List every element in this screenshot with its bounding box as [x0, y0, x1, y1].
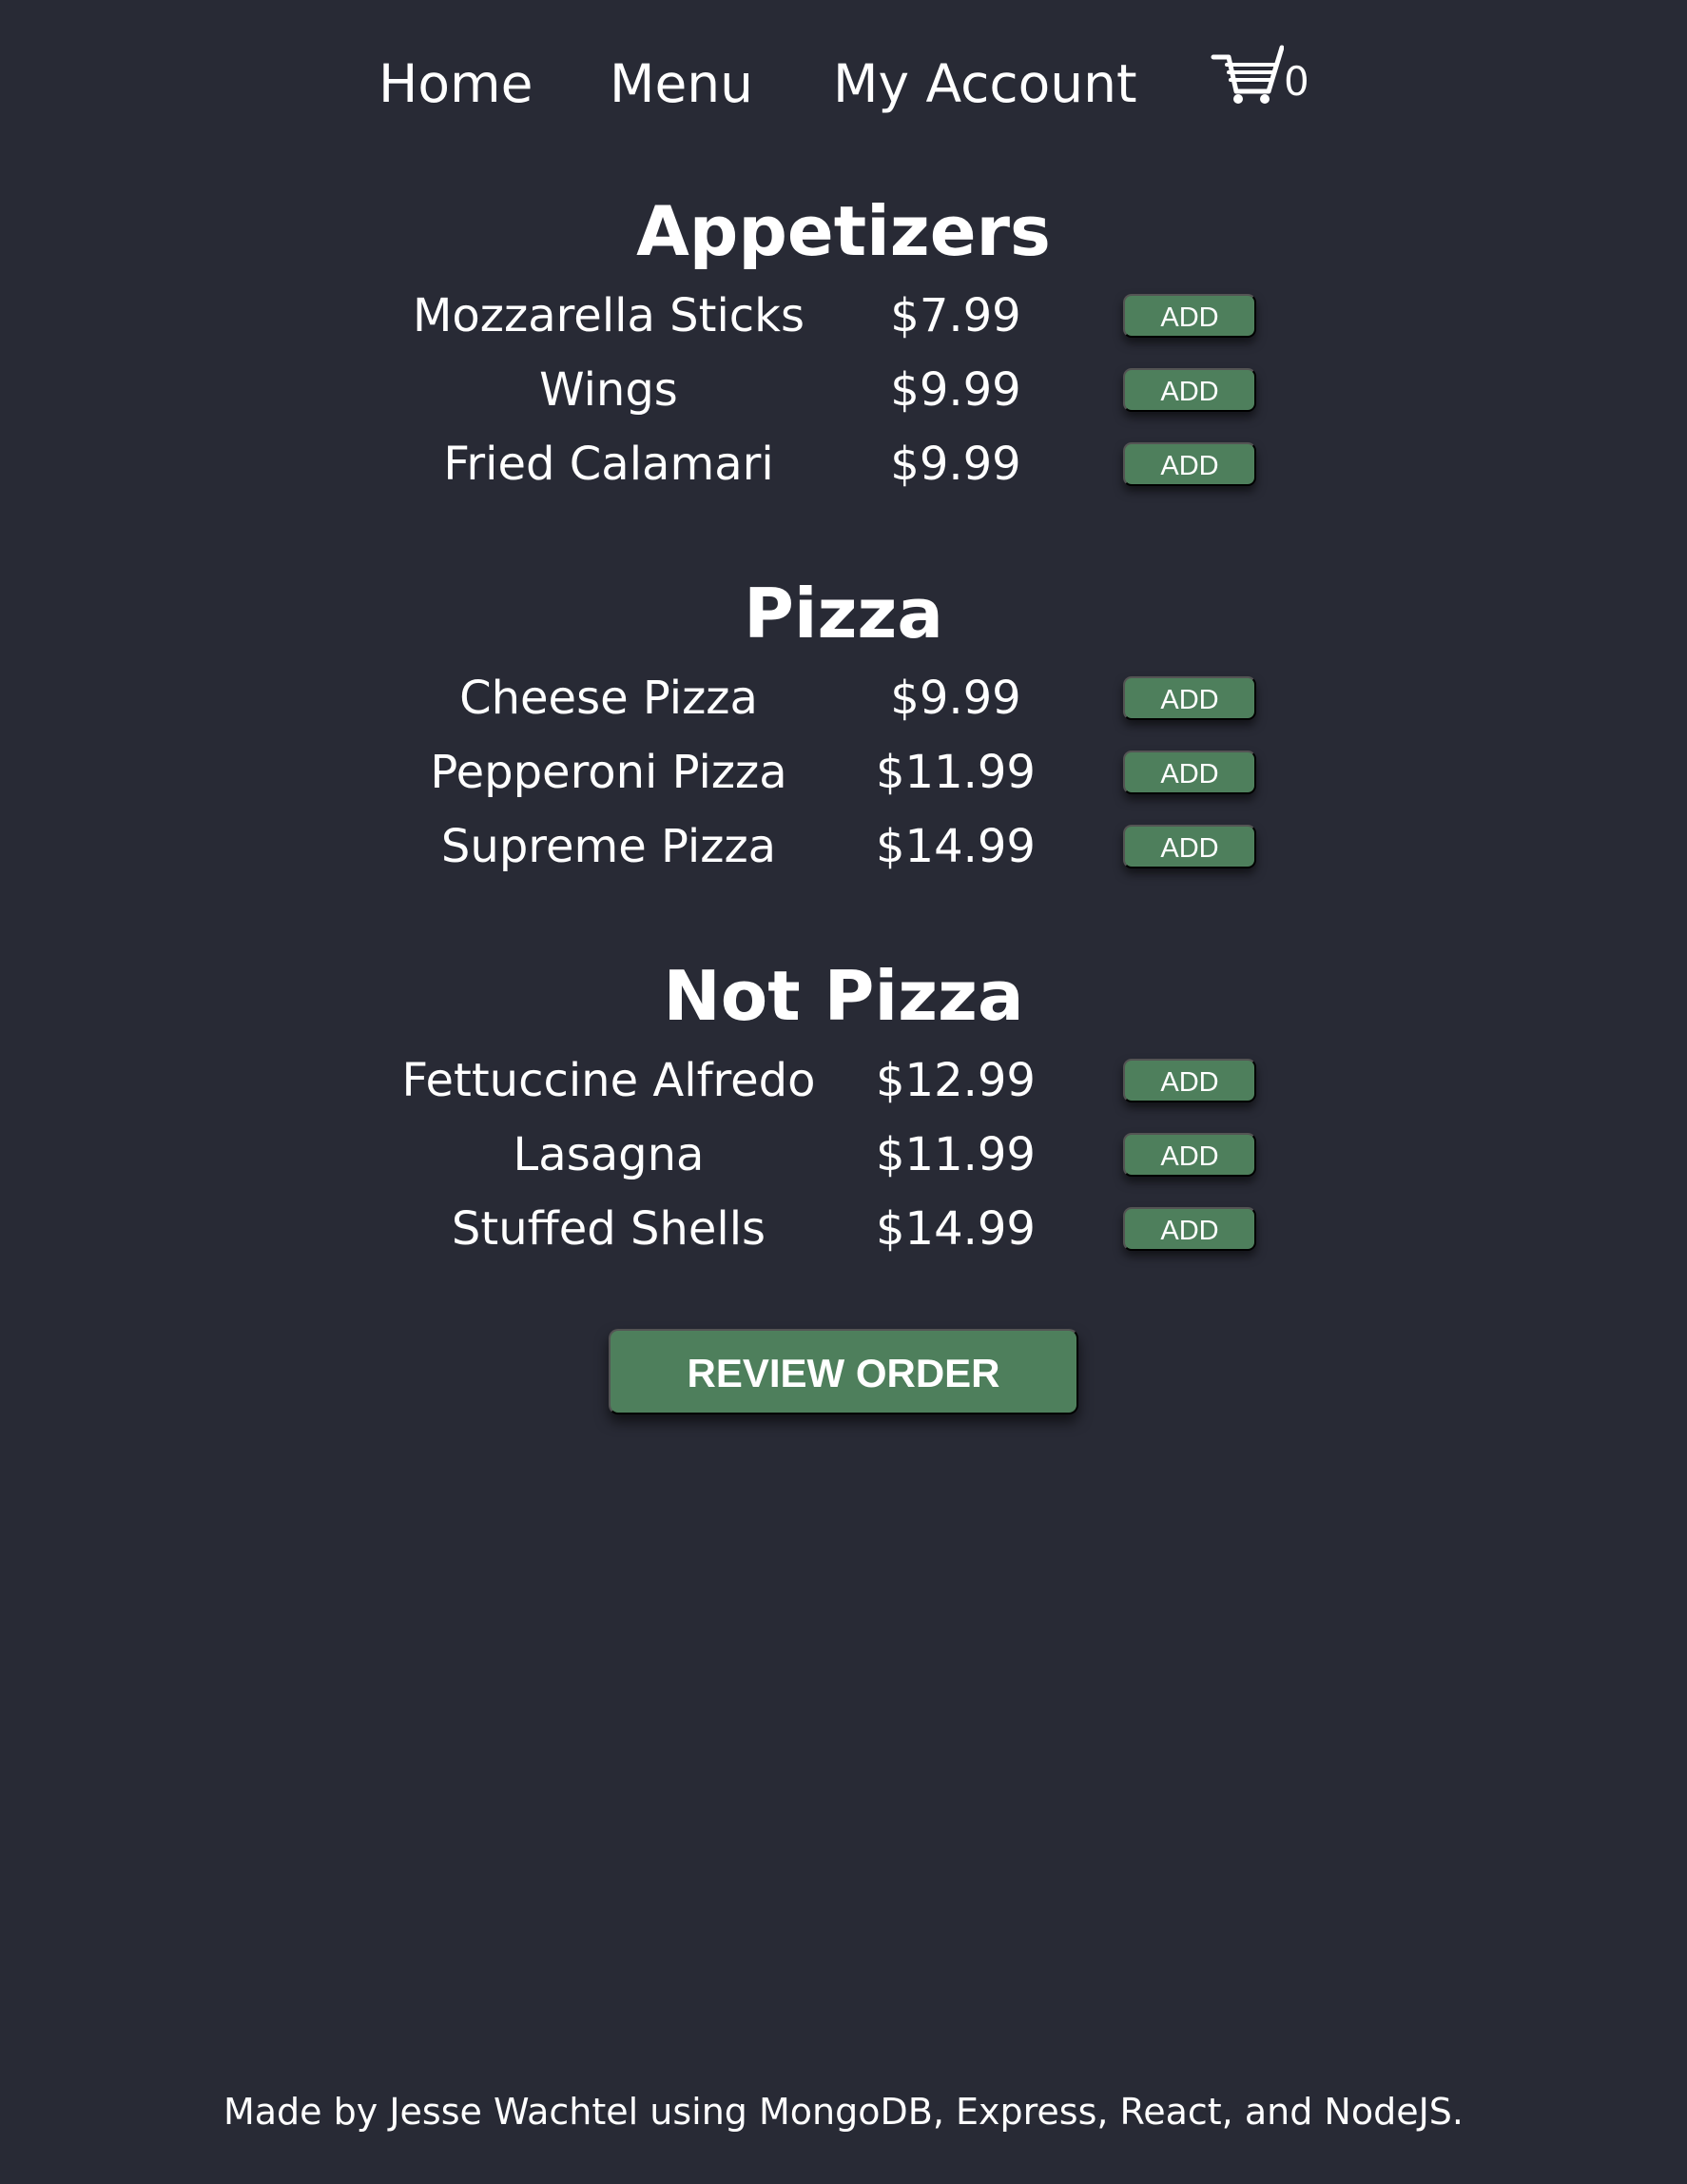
item-price: $9.99	[890, 438, 1021, 491]
add-button[interactable]: ADD	[1123, 751, 1256, 794]
item-price: $9.99	[890, 363, 1021, 417]
footer-credit: Made by Jesse Wachtel using MongoDB, Exp…	[223, 2091, 1464, 2133]
nav-home-link[interactable]: Home	[378, 46, 533, 122]
menu-item: Wings $9.99 ADD	[0, 353, 1687, 427]
item-price: $7.99	[890, 289, 1021, 342]
section-title-not-pizza: Not Pizza	[663, 956, 1024, 1036]
item-name: Pepperoni Pizza	[430, 746, 787, 799]
item-name: Wings	[539, 363, 678, 417]
nav-menu-link[interactable]: Menu	[610, 46, 753, 122]
section-title-pizza: Pizza	[744, 574, 943, 653]
item-price: $11.99	[876, 746, 1036, 799]
nav-account-link[interactable]: My Account	[833, 46, 1137, 122]
shopping-cart-icon	[1211, 45, 1284, 104]
item-name: Fried Calamari	[443, 438, 774, 491]
item-name: Fettuccine Alfredo	[401, 1054, 816, 1107]
menu-item: Cheese Pizza $9.99 ADD	[0, 661, 1687, 735]
cart-button[interactable]: 0	[1208, 36, 1312, 122]
item-name: Mozzarella Sticks	[413, 289, 805, 342]
item-name: Lasagna	[513, 1128, 705, 1181]
cart-count-badge: 0	[1284, 58, 1309, 105]
menu-item: Stuffed Shells $14.99 ADD	[0, 1192, 1687, 1266]
item-price: $12.99	[876, 1054, 1036, 1107]
item-price: $14.99	[876, 820, 1036, 873]
add-button[interactable]: ADD	[1123, 825, 1256, 868]
add-button[interactable]: ADD	[1123, 1059, 1256, 1102]
item-price: $11.99	[876, 1128, 1036, 1181]
item-name: Cheese Pizza	[459, 672, 758, 725]
add-button[interactable]: ADD	[1123, 1207, 1256, 1251]
menu-item: Supreme Pizza $14.99 ADD	[0, 809, 1687, 884]
item-name: Stuffed Shells	[451, 1202, 766, 1256]
add-button[interactable]: ADD	[1123, 1133, 1256, 1177]
menu-item: Fried Calamari $9.99 ADD	[0, 427, 1687, 501]
add-button[interactable]: ADD	[1123, 368, 1256, 412]
menu-item: Mozzarella Sticks $7.99 ADD	[0, 279, 1687, 353]
add-button[interactable]: ADD	[1123, 676, 1256, 720]
add-button[interactable]: ADD	[1123, 442, 1256, 486]
top-nav: Home Menu My Account 0	[0, 45, 1687, 122]
add-button[interactable]: ADD	[1123, 294, 1256, 338]
item-name: Supreme Pizza	[440, 820, 777, 873]
menu-item: Fettuccine Alfredo $12.99 ADD	[0, 1043, 1687, 1118]
menu-item: Lasagna $11.99 ADD	[0, 1118, 1687, 1192]
menu-item: Pepperoni Pizza $11.99 ADD	[0, 735, 1687, 809]
item-price: $14.99	[876, 1202, 1036, 1256]
item-price: $9.99	[890, 672, 1021, 725]
review-order-button[interactable]: REVIEW ORDER	[609, 1329, 1078, 1414]
section-title-appetizers: Appetizers	[636, 191, 1051, 271]
